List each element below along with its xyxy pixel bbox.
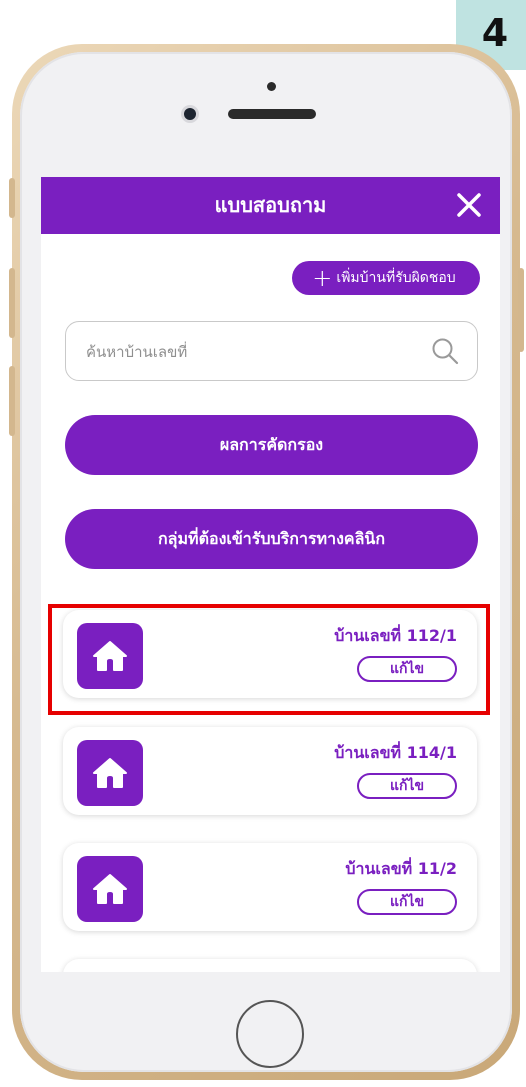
- house-number: บ้านเลขที่ 112/1: [334, 626, 457, 645]
- house-icon: [77, 856, 143, 922]
- house-icon: [77, 740, 143, 806]
- clinic-group-label: กลุ่มที่ต้องเข้ารับบริการทางคลินิก: [157, 528, 386, 548]
- house-number: บ้านเลขที่ 114/1: [334, 743, 457, 762]
- app-screen: แบบสอบถาม + เพิ่มบ้านที่รับผิดชอบ ผลการค…: [41, 177, 500, 972]
- house-card[interactable]: บ้านเลขที่ 11/2 แก้ไข: [63, 843, 477, 931]
- search-box: [65, 321, 478, 382]
- edit-button[interactable]: แก้ไข: [357, 773, 457, 799]
- house-card[interactable]: บ้านเลขที่ 114/1 แก้ไข: [63, 727, 477, 815]
- close-icon[interactable]: [456, 192, 482, 218]
- front-camera: [184, 108, 196, 120]
- edit-button[interactable]: แก้ไข: [357, 889, 457, 915]
- step-number: 4: [481, 11, 509, 55]
- screening-results-label: ผลการคัดกรอง: [219, 434, 324, 454]
- house-number: บ้านเลขที่ 11/2: [345, 859, 457, 878]
- house-card[interactable]: [63, 959, 477, 972]
- edit-button[interactable]: แก้ไข: [357, 656, 457, 682]
- phone-side-button: [9, 178, 15, 218]
- clinic-group-button[interactable]: กลุ่มที่ต้องเข้ารับบริการทางคลินิก: [65, 509, 478, 569]
- house-icon: [77, 623, 143, 689]
- page-title: แบบสอบถาม: [214, 193, 327, 217]
- phone-side-button: [518, 268, 524, 352]
- plus-icon: +: [312, 264, 333, 292]
- screening-results-button[interactable]: ผลการคัดกรอง: [65, 415, 478, 475]
- search-icon[interactable]: [431, 337, 459, 365]
- house-card[interactable]: บ้านเลขที่ 112/1 แก้ไข: [63, 610, 477, 698]
- phone-side-button: [9, 366, 15, 436]
- add-house-button[interactable]: + เพิ่มบ้านที่รับผิดชอบ: [292, 261, 480, 295]
- proximity-sensor: [267, 82, 276, 91]
- app-header: แบบสอบถาม: [41, 177, 500, 234]
- earpiece-speaker: [228, 109, 316, 119]
- search-input[interactable]: [84, 322, 418, 382]
- add-house-label: เพิ่มบ้านที่รับผิดชอบ: [336, 270, 456, 286]
- phone-side-button: [9, 268, 15, 338]
- home-button[interactable]: [236, 1000, 304, 1068]
